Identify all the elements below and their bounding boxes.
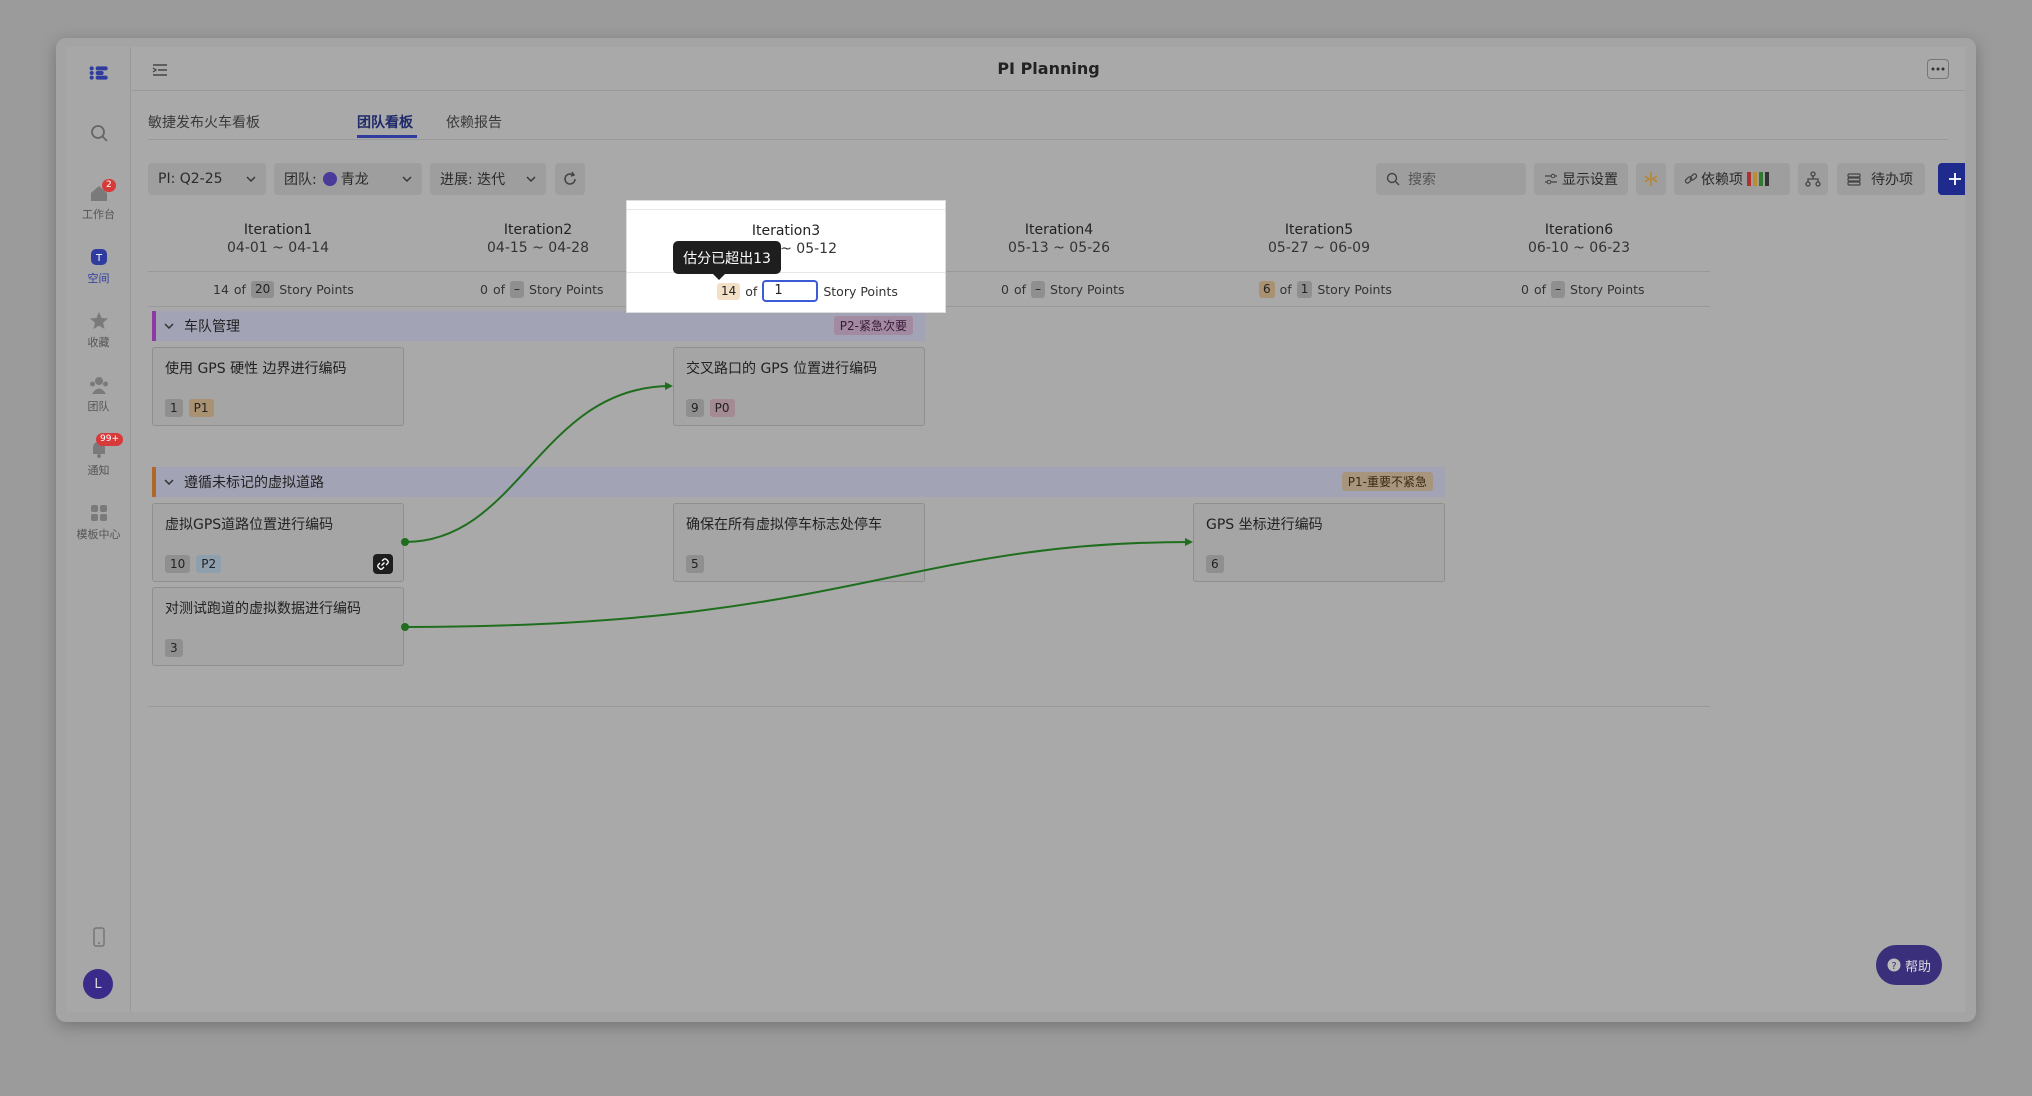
help-button[interactable]: ? 帮助 bbox=[1876, 945, 1942, 985]
sp-used: 14 bbox=[717, 282, 741, 300]
help-label: 帮助 bbox=[1904, 959, 1931, 975]
capacity-warning-tooltip: 估分已超出13 bbox=[673, 241, 781, 280]
iteration-name: Iteration3 bbox=[751, 223, 821, 239]
dependency-line-start bbox=[401, 538, 409, 546]
dependency-lines bbox=[401, 382, 1193, 631]
dependency-arrow bbox=[1185, 538, 1193, 546]
dependency-arrow bbox=[665, 382, 673, 390]
sp-of: of bbox=[745, 283, 758, 299]
dependency-line bbox=[404, 385, 672, 543]
question-icon: ? bbox=[1887, 958, 1901, 972]
svg-text:?: ? bbox=[1891, 961, 1896, 972]
capacity-input[interactable]: 1 bbox=[762, 280, 819, 302]
story-points: 14 of 1 Story Points bbox=[717, 280, 898, 302]
sp-unit: Story Points bbox=[823, 283, 898, 299]
dependency-line bbox=[404, 541, 1192, 628]
dependency-line-start bbox=[401, 623, 409, 631]
